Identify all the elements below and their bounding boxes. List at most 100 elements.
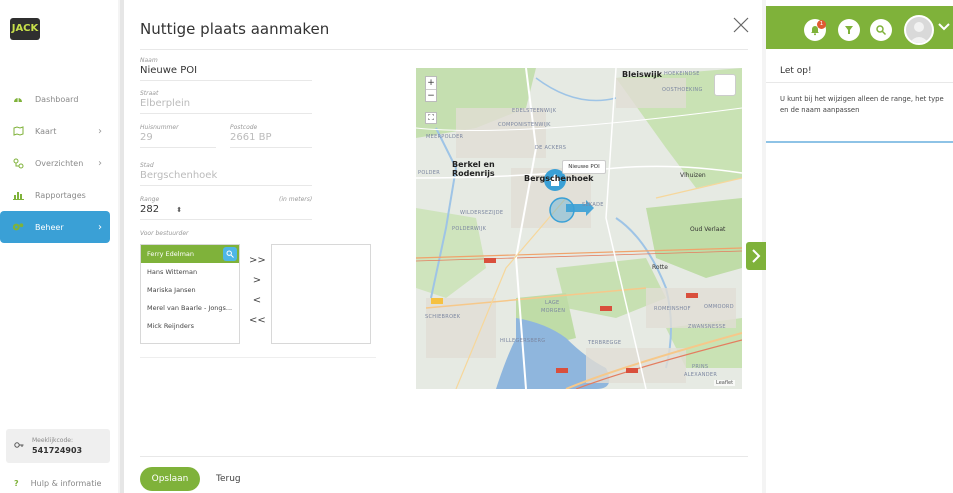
- range-unit: (in meters): [279, 196, 313, 203]
- map-label-berkel: Berkel en Rodenrijs: [452, 160, 495, 178]
- sidebar-item-label: Rapportages: [35, 190, 86, 200]
- sidebar-item-kaart[interactable]: Kaart ›: [0, 115, 118, 147]
- chevron-right-icon: ›: [98, 157, 102, 169]
- meeklijkcode-value: 541724903: [32, 446, 83, 455]
- sidebar-nav: Dashboard Kaart › Overzichten › Rapporta…: [0, 83, 118, 243]
- city-label: Stad: [140, 162, 154, 169]
- meeklijkcode-label: Meeklijkcode:: [32, 437, 74, 444]
- sidebar-item-label: Kaart: [35, 126, 57, 136]
- help-icon: ?: [14, 479, 19, 488]
- list-item[interactable]: Mick Reijnders: [141, 317, 239, 335]
- leaflet-attribution[interactable]: Leaflet: [714, 380, 736, 386]
- notice-heading: Let op!: [780, 66, 812, 76]
- list-item[interactable]: Hans Witteman: [141, 263, 239, 281]
- chevron-down-icon[interactable]: [938, 22, 950, 32]
- page-title: Nuttige plaats aanmaken: [140, 20, 330, 38]
- map-label-vlietbuizen: Vlhuizen: [680, 172, 706, 179]
- range-input[interactable]: 282 ⬍: [140, 204, 312, 215]
- move-all-left-button[interactable]: <<: [249, 315, 266, 335]
- available-drivers-list[interactable]: Ferry Edelman Hans Witteman Mariska Jans…: [140, 244, 240, 344]
- sidebar-item-label: Overzichten: [35, 158, 84, 168]
- help-link[interactable]: ? Hulp & informatie: [14, 479, 101, 488]
- move-left-button[interactable]: <: [249, 295, 265, 315]
- list-item[interactable]: Ferry Edelman: [141, 245, 239, 263]
- list-item[interactable]: Merel van Baarle - Jongs...: [141, 299, 239, 317]
- map-label-ommoord: OMMOORD: [704, 304, 734, 310]
- jack-logo[interactable]: JACK: [10, 18, 40, 40]
- map-label-rotte: Rotte: [652, 264, 668, 271]
- name-input[interactable]: Nieuwe POI: [140, 65, 312, 76]
- layers-button[interactable]: [714, 74, 736, 96]
- search-icon[interactable]: [870, 19, 892, 41]
- postcode-label: Postcode: [230, 124, 258, 131]
- map-label-polder: POLDER: [418, 170, 441, 176]
- map-label-hoekeindse: HOEKEINDSE: [664, 71, 700, 77]
- chevron-right-icon: ›: [98, 125, 102, 137]
- postcode-field[interactable]: Postcode 2661 BP: [230, 124, 312, 148]
- postcode-input[interactable]: 2661 BP: [230, 132, 312, 143]
- sidebar-item-beheer[interactable]: Beheer ›: [0, 211, 110, 243]
- fullscreen-button[interactable]: ⛶: [425, 112, 437, 124]
- avatar[interactable]: [904, 15, 934, 45]
- sidebar: JACK Dashboard Kaart › Overzichten › Rap…: [0, 0, 118, 493]
- notice-accent-line: [766, 141, 953, 143]
- expand-panel-button[interactable]: [746, 242, 766, 270]
- sidebar-item-label: Beheer: [35, 222, 64, 232]
- city-field[interactable]: Stad Bergschenhoek: [140, 162, 312, 186]
- search-icon[interactable]: [223, 247, 237, 261]
- street-input[interactable]: Elberplein: [140, 98, 312, 109]
- list-item[interactable]: Mariska Jansen: [141, 281, 239, 299]
- map-label-edelsteenwijk: EDELSTEENWIJK: [512, 108, 557, 114]
- settings-icon: [12, 221, 24, 233]
- selected-drivers-list[interactable]: [271, 244, 371, 344]
- number-field[interactable]: Huisnummer 29: [140, 124, 216, 148]
- close-icon[interactable]: [732, 16, 750, 34]
- back-button[interactable]: Terug: [216, 467, 241, 491]
- map-label-hillegersberg: HILLEGERSBERG: [500, 338, 546, 344]
- map-icon: [12, 125, 24, 137]
- street-field[interactable]: Straat Elberplein: [140, 90, 312, 114]
- map-label-oosthoeking: OOSTHOEKING: [662, 87, 703, 93]
- sidebar-item-rapportages[interactable]: Rapportages: [0, 179, 118, 211]
- city-input[interactable]: Bergschenhoek: [140, 170, 312, 181]
- move-all-right-button[interactable]: >>: [249, 255, 266, 275]
- map-label-polderwijk: POLDERWIJK: [452, 226, 487, 232]
- range-value: 282: [140, 204, 160, 215]
- map-label-sekade: SEKADE: [582, 202, 604, 208]
- map-label-morgen: MORGEN: [541, 308, 566, 314]
- driver-field: Voor bestuurder: [140, 230, 312, 237]
- map-label-deackers: DE ACKERS: [535, 145, 567, 151]
- sidebar-item-overzichten[interactable]: Overzichten ›: [0, 147, 118, 179]
- footer-divider: [140, 456, 748, 457]
- number-label: Huisnummer: [140, 124, 179, 131]
- notice-text: U kunt bij het wijzigen alleen de range,…: [780, 95, 944, 114]
- map-label-wildersezijde: WILDERSEZIJDE: [460, 210, 504, 216]
- move-buttons: >> > < <<: [249, 255, 266, 335]
- map-label-componistenwijk: COMPONISTENWIJK: [498, 122, 551, 128]
- top-bar: 1: [766, 6, 953, 49]
- poi-popup-label: Nieuwe POI: [562, 160, 606, 174]
- zoom-in-button[interactable]: +: [426, 77, 436, 89]
- name-label: Naam: [140, 57, 158, 64]
- map-label-zwansnesse: ZWANSNESSE: [688, 324, 726, 330]
- stepper-icon[interactable]: ⬍: [176, 206, 182, 214]
- sidebar-item-dashboard[interactable]: Dashboard: [0, 83, 118, 115]
- driver-label: Voor bestuurder: [140, 230, 189, 237]
- name-field[interactable]: Naam Nieuwe POI: [140, 57, 312, 81]
- map-label-lage: LAGE: [545, 300, 560, 306]
- map-label-prins: PRINS: [692, 364, 709, 370]
- overview-icon: [12, 157, 24, 169]
- save-button[interactable]: Opslaan: [140, 467, 200, 491]
- filter-icon[interactable]: [838, 19, 860, 41]
- move-right-button[interactable]: >: [249, 275, 265, 295]
- zoom-out-button[interactable]: −: [426, 89, 436, 101]
- key-icon: [14, 441, 24, 452]
- notice-divider: [766, 82, 953, 83]
- dashboard-icon: [12, 93, 24, 105]
- street-label: Straat: [140, 90, 159, 97]
- map-label-terbregge: TERBREGGE: [588, 340, 622, 346]
- map-label-bergschenhoek: Bergschenhoek: [524, 174, 594, 183]
- map-label-oudverlaat: Oud Verlaat: [690, 226, 726, 233]
- number-input[interactable]: 29: [140, 132, 216, 143]
- sidebar-item-label: Dashboard: [35, 94, 79, 104]
